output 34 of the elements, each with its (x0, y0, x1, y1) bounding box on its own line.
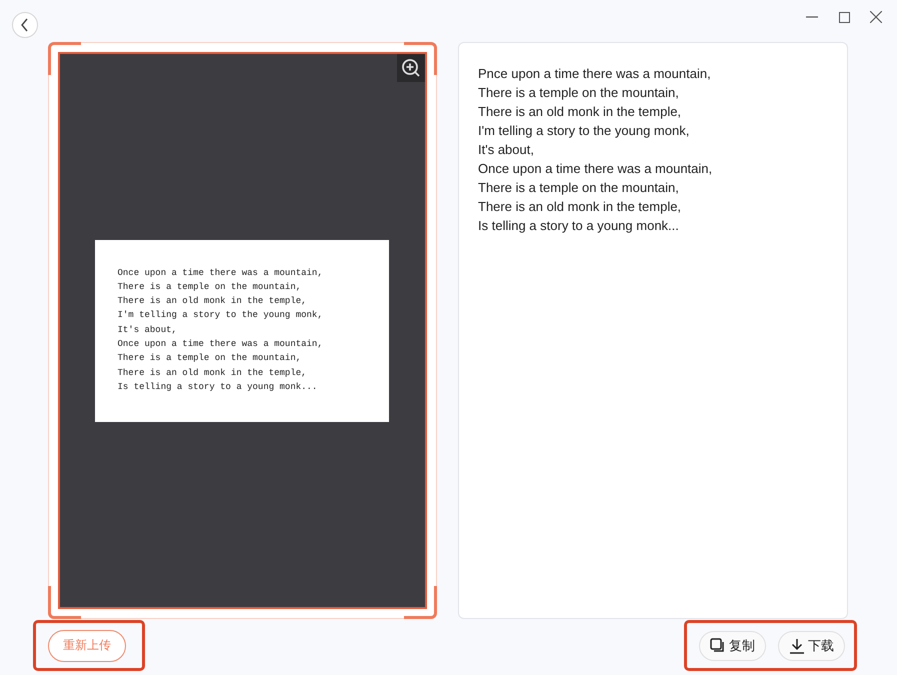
document-line: There is an old monk in the temple, (118, 366, 307, 380)
result-line: There is a temple on the mountain, (478, 84, 679, 102)
result-line: Is telling a story to a young monk... (478, 217, 679, 235)
copy-button[interactable]: 复制 (699, 630, 766, 660)
corner-mark (48, 586, 81, 619)
download-button[interactable]: 下载 (778, 630, 845, 660)
download-icon (789, 638, 805, 654)
back-button[interactable] (12, 12, 38, 38)
document-line: Once upon a time there was a mountain, (118, 338, 323, 351)
corner-mark (404, 586, 437, 619)
document-line: There is an old monk in the temple, (118, 295, 307, 308)
copy-icon (710, 638, 726, 654)
close-icon (870, 11, 882, 23)
corner-mark (404, 42, 437, 75)
result-line: It's about, (478, 141, 534, 159)
result-line: Once upon a time there was a mountain, (478, 160, 712, 178)
result-line: There is a temple on the mountain, (478, 179, 679, 197)
close-button[interactable] (867, 10, 885, 24)
result-line: I'm telling a story to the young monk, (478, 122, 690, 140)
document-line: I'm telling a story to the young monk, (118, 309, 323, 322)
document-line: There is a temple on the mountain, (118, 280, 302, 294)
result-line: There is an old monk in the temple, (478, 103, 682, 121)
document-line: There is a temple on the mountain, (118, 352, 302, 366)
document-line: Once upon a time there was a mountain, (118, 266, 323, 280)
result-line: Pnce upon a time there was a mountain, (478, 65, 711, 83)
zoom-in-button[interactable] (397, 54, 425, 82)
back-icon (20, 18, 30, 32)
zoom-in-icon (401, 58, 421, 78)
document-line: It's about, (118, 324, 177, 337)
result-line: There is an old monk in the temple, (478, 198, 682, 216)
corner-mark (48, 42, 81, 75)
maximize-icon (838, 12, 850, 22)
minimize-icon (806, 16, 818, 18)
document-line: Is telling a story to a young monk... (118, 380, 318, 394)
